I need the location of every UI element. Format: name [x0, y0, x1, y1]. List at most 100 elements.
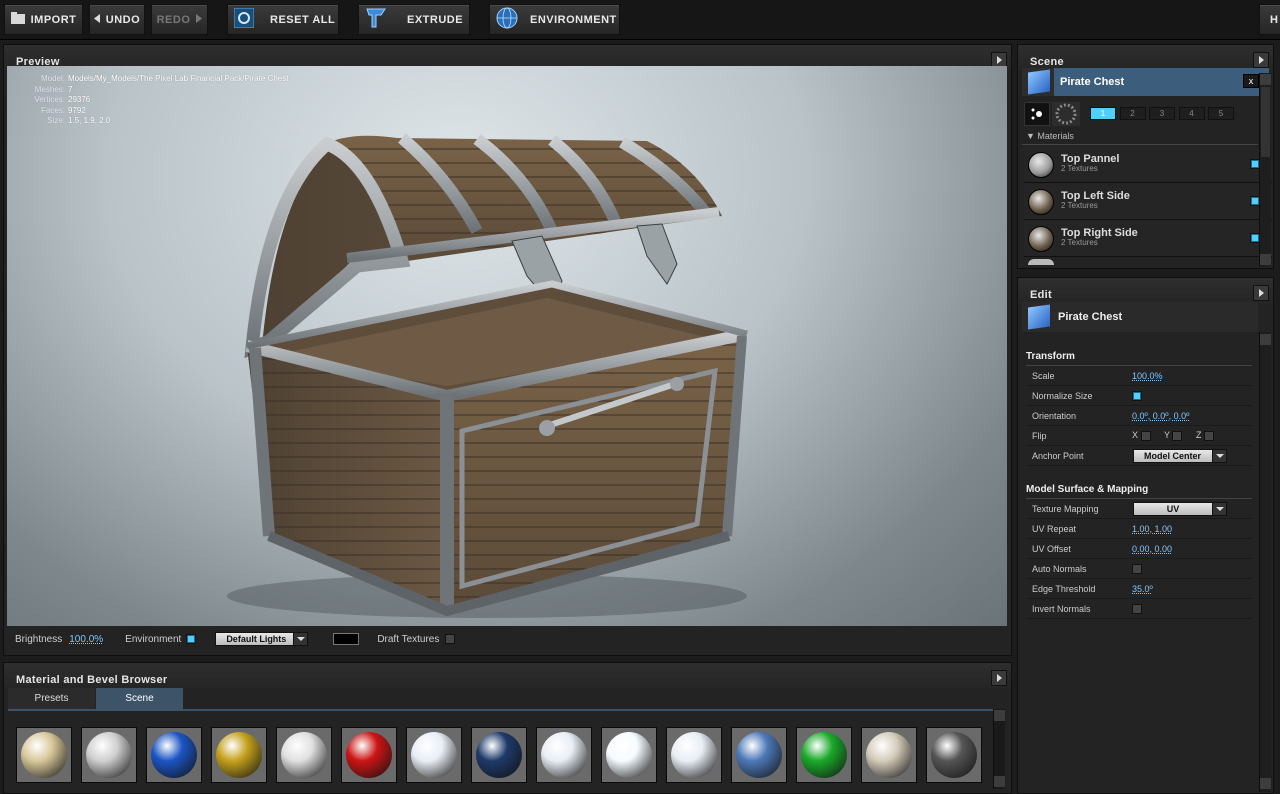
reset-all-button[interactable]: RESET ALL [227, 4, 339, 35]
close-icon[interactable]: x [1243, 74, 1259, 88]
material-thumbnail[interactable] [16, 727, 72, 783]
material-thumbnail[interactable] [276, 727, 332, 783]
tab-scene[interactable]: Scene [96, 688, 183, 709]
flip-y: Y [1164, 430, 1183, 441]
material-row[interactable]: Top Pannel 2 Textures [1024, 147, 1272, 183]
green-sphere-icon [801, 732, 847, 778]
edit-scrollbar[interactable] [1259, 332, 1271, 792]
help-button[interactable]: H [1259, 4, 1280, 35]
material-thumbnail[interactable] [406, 727, 462, 783]
scene-tab-5[interactable]: 5 [1208, 107, 1234, 120]
lights-dropdown[interactable]: Default Lights [215, 632, 309, 646]
texmap-dropdown[interactable]: UV [1133, 501, 1227, 516]
reset-icon [233, 7, 255, 31]
tab-presets[interactable]: Presets [8, 688, 95, 709]
flip-z: Z [1196, 430, 1215, 441]
flip-y-checkbox[interactable] [1172, 430, 1183, 441]
scene-object-name[interactable]: Pirate Chest [1054, 68, 1236, 96]
normalize-checkbox[interactable] [1132, 390, 1142, 401]
tree-view-icon[interactable] [1024, 102, 1050, 126]
chevron-down-icon [1212, 502, 1226, 515]
browser-scrollbar[interactable] [993, 709, 1005, 789]
flip-row: Flip X Y Z [1026, 426, 1252, 446]
scroll-thumb[interactable] [1261, 87, 1270, 157]
anchor-dropdown[interactable]: Model Center [1133, 448, 1227, 463]
edit-collapse-arrow[interactable] [1253, 285, 1269, 301]
material-thumbnail[interactable] [861, 727, 917, 783]
redo-button[interactable]: REDO [151, 4, 208, 35]
material-thumbnail[interactable] [211, 727, 267, 783]
import-label: IMPORT [30, 13, 77, 26]
transform-header: Transform [1026, 351, 1252, 366]
help-label: H [1270, 13, 1279, 26]
material-thumbnail[interactable] [796, 727, 852, 783]
material-thumbnail[interactable] [666, 727, 722, 783]
environment-checkbox[interactable] [186, 634, 197, 644]
pirate-chest-model [227, 133, 749, 618]
texmap-label: Texture Mapping [1032, 503, 1099, 514]
scroll-up-button[interactable] [1260, 74, 1271, 85]
materials-view-icon[interactable] [1052, 102, 1080, 126]
flip-x-label: X [1132, 430, 1139, 441]
anchor-label: Anchor Point [1032, 450, 1084, 461]
autonormals-checkbox[interactable] [1132, 563, 1142, 574]
edge-value[interactable]: 35.0º [1132, 584, 1153, 594]
scroll-down-button[interactable] [1260, 254, 1271, 265]
3d-viewport[interactable]: Model: Models/My_Models/The Pixel Lab Fin… [7, 66, 1007, 626]
scroll-up-button[interactable] [1260, 334, 1271, 345]
uvoffset-label: UV Offset [1032, 543, 1071, 554]
flip-z-checkbox[interactable] [1204, 430, 1215, 441]
material-thumbnail[interactable] [601, 727, 657, 783]
scale-value[interactable]: 100.0% [1132, 371, 1163, 381]
browser-collapse-arrow[interactable] [991, 670, 1007, 686]
scroll-down-button[interactable] [1260, 778, 1271, 789]
undo-button[interactable]: UNDO [89, 4, 145, 35]
import-button[interactable]: IMPORT [4, 4, 83, 35]
scene-tab-3[interactable]: 3 [1149, 107, 1175, 120]
scene-tab-2[interactable]: 2 [1119, 107, 1146, 120]
chevron-down-icon [293, 633, 308, 645]
environment-button[interactable]: ENVIRONMENT [489, 4, 620, 35]
blue-sphere-icon [151, 732, 197, 778]
material-thumbnail[interactable] [81, 727, 137, 783]
edit-panel: Edit Pirate Chest Transform Scale 100.0% … [1017, 277, 1274, 794]
background-color-swatch[interactable] [333, 633, 360, 645]
white-sphere-icon [606, 732, 652, 778]
flip-x-checkbox[interactable] [1140, 430, 1151, 441]
material-thumbnail[interactable] [536, 727, 592, 783]
materials-header[interactable]: ▼ Materials [1026, 131, 1074, 141]
draft-textures-checkbox[interactable] [445, 634, 456, 644]
brightness-value[interactable]: 100.0% [69, 634, 103, 645]
scene-tab-4[interactable]: 4 [1178, 107, 1205, 120]
material-browser-title: Material and Bevel Browser [4, 663, 1011, 689]
texmap-row: Texture Mapping UV [1026, 499, 1252, 519]
scene-scrollbar[interactable] [1259, 73, 1271, 267]
scene-collapse-arrow[interactable] [1253, 52, 1269, 68]
tab-underline [8, 709, 995, 711]
uvrepeat-value[interactable]: 1.00, 1.00 [1132, 524, 1172, 534]
material-thumbnail[interactable] [341, 727, 397, 783]
scroll-up-button[interactable] [994, 710, 1005, 721]
material-row[interactable]: Top Right Side 2 Textures [1024, 221, 1272, 257]
extrude-button[interactable]: EXTRUDE [358, 4, 470, 35]
brightness-label: Brightness [15, 633, 63, 645]
material-sphere-icon [1028, 226, 1054, 252]
scene-tab-1[interactable]: 1 [1090, 107, 1116, 120]
orientation-value[interactable]: 0.0º, 0.0º, 0.0º [1132, 411, 1189, 421]
redo-label: REDO [156, 13, 191, 26]
uvoffset-value[interactable]: 0.00, 0.00 [1132, 544, 1172, 554]
anchor-value: Model Center [1144, 450, 1202, 461]
flip-y-label: Y [1164, 430, 1170, 441]
material-thumbnail[interactable] [146, 727, 202, 783]
material-thumbnail[interactable] [471, 727, 527, 783]
dark-sphere-icon [931, 732, 977, 778]
materials-header-label: Materials [1037, 131, 1074, 141]
material-thumbnail[interactable] [926, 727, 982, 783]
orientation-label: Orientation [1032, 410, 1077, 421]
autonormals-row: Auto Normals [1026, 559, 1252, 579]
red-sphere-icon [346, 732, 392, 778]
scroll-down-button[interactable] [994, 776, 1005, 787]
material-row[interactable]: Top Left Side 2 Textures [1024, 184, 1272, 220]
material-thumbnail[interactable] [731, 727, 787, 783]
invert-checkbox[interactable] [1132, 603, 1142, 614]
